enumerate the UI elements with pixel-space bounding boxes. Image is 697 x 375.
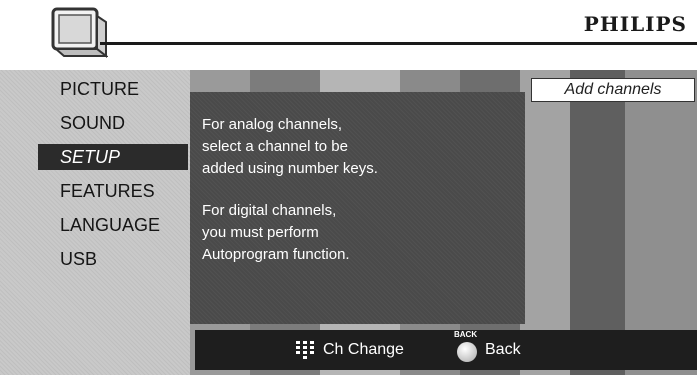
menu-item-picture[interactable]: PICTURE — [60, 76, 185, 102]
tv-icon — [51, 7, 108, 59]
digital-line-3: Autoprogram function. — [202, 246, 350, 263]
menu-item-setup[interactable]: SETUP — [38, 144, 188, 170]
menu-item-usb[interactable]: USB — [60, 246, 185, 272]
back-label: Back — [485, 341, 521, 358]
menu-item-sound[interactable]: SOUND — [60, 110, 185, 136]
ch-change-label: Ch Change — [323, 341, 404, 358]
digital-line-1: For digital channels, — [202, 202, 337, 219]
back-button-icon[interactable] — [457, 342, 477, 362]
back-key-text: BACK — [454, 330, 478, 339]
brand-logo: PHILIPS — [583, 12, 687, 36]
analog-line-3: added using number keys. — [202, 160, 378, 177]
menu-item-features[interactable]: FEATURES — [60, 178, 185, 204]
analog-line-2: select a channel to be — [202, 138, 348, 155]
header-divider — [100, 42, 697, 45]
settings-menu: PICTURE SOUND SETUP FEATURES LANGUAGE US… — [0, 70, 190, 375]
digital-line-2: you must perform — [202, 224, 319, 241]
panel-title: Add channels — [531, 78, 695, 102]
help-message-panel: For analog channels, select a channel to… — [190, 92, 525, 324]
digital-instructions: For digital channels, you must perform A… — [202, 200, 522, 266]
analog-instructions: For analog channels, select a channel to… — [202, 114, 522, 180]
bottom-hint-bar: Ch Change BACK Back — [195, 330, 697, 370]
keypad-icon — [296, 341, 314, 359]
header: PHILIPS — [0, 0, 697, 66]
analog-line-1: For analog channels, — [202, 116, 343, 133]
menu-item-language[interactable]: LANGUAGE — [60, 212, 185, 238]
